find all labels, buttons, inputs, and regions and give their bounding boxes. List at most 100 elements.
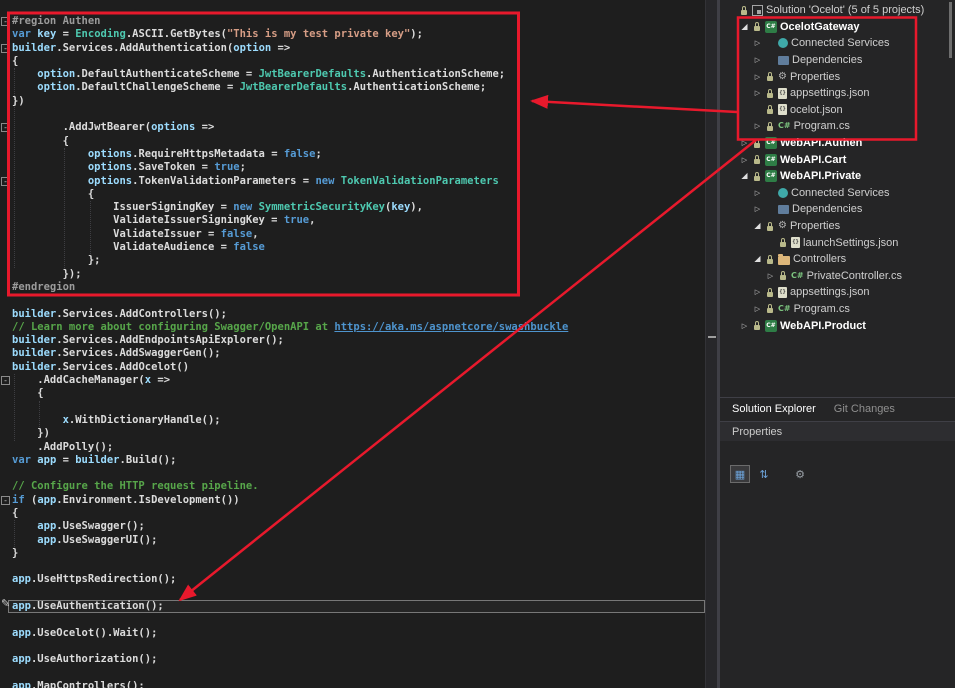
code-line[interactable]: {: [8, 135, 705, 148]
fold-collapse-icon[interactable]: -: [1, 376, 10, 385]
expander-closed-icon[interactable]: ▷: [752, 185, 763, 201]
code-line[interactable]: builder.Services.AddEndpointsApiExplorer…: [8, 334, 705, 347]
expander-closed-icon[interactable]: ▷: [752, 35, 763, 51]
tree-row[interactable]: ◢C#OcelotGateway: [720, 19, 948, 36]
code-line[interactable]: app.UseAuthentication();: [8, 600, 705, 613]
tree-row[interactable]: ▷Properties: [720, 68, 948, 85]
panel-scrollbar-thumb[interactable]: [949, 2, 952, 58]
expander-open-icon[interactable]: ◢: [739, 168, 750, 184]
code-line[interactable]: #endregion: [8, 281, 705, 294]
code-line[interactable]: });: [8, 268, 705, 281]
code-line[interactable]: .AddPolly();: [8, 441, 705, 454]
code-line[interactable]: - .AddJwtBearer(options =>: [8, 121, 705, 134]
fold-collapse-icon[interactable]: -: [1, 496, 10, 505]
code-line[interactable]: options.SaveToken = true;: [8, 161, 705, 174]
code-line[interactable]: builder.Services.AddControllers();: [8, 308, 705, 321]
code-line[interactable]: builder.Services.AddOcelot(): [8, 361, 705, 374]
code-line[interactable]: [8, 587, 705, 600]
code-line[interactable]: [8, 467, 705, 480]
code-line[interactable]: }): [8, 427, 705, 440]
tree-row[interactable]: ▷C#Program.cs: [720, 301, 948, 318]
code-line[interactable]: [8, 667, 705, 680]
expander-closed-icon[interactable]: ▷: [739, 135, 750, 151]
code-line[interactable]: [8, 108, 705, 121]
code-line[interactable]: }): [8, 95, 705, 108]
code-line[interactable]: app.UseAuthorization();: [8, 653, 705, 666]
property-pages-icon[interactable]: ⚙: [790, 465, 810, 483]
code-line[interactable]: {: [8, 55, 705, 68]
code-line[interactable]: ValidateAudience = false: [8, 241, 705, 254]
tree-row[interactable]: ▷C#WebAPI.Authen: [720, 135, 948, 152]
code-line[interactable]: app.UseSwaggerUI();: [8, 534, 705, 547]
code-line[interactable]: var app = builder.Build();: [8, 454, 705, 467]
tree-row[interactable]: {}launchSettings.json: [720, 234, 948, 251]
code-line[interactable]: [8, 401, 705, 414]
tab-solution-explorer[interactable]: Solution Explorer: [732, 403, 816, 415]
code-line[interactable]: app.UseHttpsRedirection();: [8, 573, 705, 586]
code-line[interactable]: app.MapControllers();: [8, 680, 705, 688]
tree-row[interactable]: ◢C#WebAPI.Private: [720, 168, 948, 185]
tree-row[interactable]: ▷Dependencies: [720, 201, 948, 218]
tab-git-changes[interactable]: Git Changes: [834, 403, 895, 415]
expander-closed-icon[interactable]: ▷: [752, 69, 763, 85]
code-line[interactable]: options.RequireHttpsMetadata = false;: [8, 148, 705, 161]
expander-closed-icon[interactable]: ▷: [752, 85, 763, 101]
tree-row[interactable]: ▷C#WebAPI.Product: [720, 317, 948, 334]
expander-closed-icon[interactable]: ▷: [765, 268, 776, 284]
code-line[interactable]: [8, 560, 705, 573]
fold-collapse-icon[interactable]: -: [1, 177, 10, 186]
code-line[interactable]: builder.Services.AddSwaggerGen();: [8, 347, 705, 360]
code-line[interactable]: [8, 294, 705, 307]
tree-row[interactable]: ◢Properties: [720, 218, 948, 235]
code-line[interactable]: - .AddCacheManager(x =>: [8, 374, 705, 387]
tree-row[interactable]: Solution 'Ocelot' (5 of 5 projects): [720, 2, 948, 19]
code-line[interactable]: IssuerSigningKey = new SymmetricSecurity…: [8, 201, 705, 214]
alphabetical-sort-icon[interactable]: ⇅: [754, 465, 774, 483]
tree-row[interactable]: ◢Controllers: [720, 251, 948, 268]
tree-row[interactable]: ▷Connected Services: [720, 35, 948, 52]
expander-open-icon[interactable]: ◢: [752, 251, 763, 267]
code-line[interactable]: app.UseOcelot().Wait();: [8, 627, 705, 640]
code-line[interactable]: -#region Authen: [8, 15, 705, 28]
tree-row[interactable]: ▷{}appsettings.json: [720, 85, 948, 102]
tree-row[interactable]: ▷C#WebAPI.Cart: [720, 151, 948, 168]
expander-closed-icon[interactable]: ▷: [752, 118, 763, 134]
expander-closed-icon[interactable]: ▷: [739, 318, 750, 334]
code-line[interactable]: option.DefaultAuthenticateScheme = JwtBe…: [8, 68, 705, 81]
fold-collapse-icon[interactable]: -: [1, 44, 10, 53]
expander-open-icon[interactable]: ◢: [739, 19, 750, 35]
fold-collapse-icon[interactable]: -: [1, 123, 10, 132]
categorized-icon[interactable]: ▦: [730, 465, 750, 483]
expander-closed-icon[interactable]: ▷: [752, 201, 763, 217]
code-line[interactable]: - options.TokenValidationParameters = ne…: [8, 175, 705, 188]
expander-closed-icon[interactable]: ▷: [752, 301, 763, 317]
code-line[interactable]: -builder.Services.AddAuthentication(opti…: [8, 42, 705, 55]
fold-collapse-icon[interactable]: -: [1, 17, 10, 26]
code-line[interactable]: {: [8, 507, 705, 520]
tree-row[interactable]: ▷Dependencies: [720, 52, 948, 69]
code-line[interactable]: // Learn more about configuring Swagger/…: [8, 321, 705, 334]
code-line[interactable]: -if (app.Environment.IsDevelopment()): [8, 494, 705, 507]
tree-row[interactable]: ▷{}appsettings.json: [720, 284, 948, 301]
tree-row[interactable]: {}ocelot.json: [720, 102, 948, 119]
code-line[interactable]: };: [8, 254, 705, 267]
code-line[interactable]: {: [8, 387, 705, 400]
code-line[interactable]: [8, 613, 705, 626]
comment-link[interactable]: https://aka.ms/aspnetcore/swashbuckle: [334, 321, 568, 333]
tree-row[interactable]: ▷Connected Services: [720, 185, 948, 202]
expander-closed-icon[interactable]: ▷: [752, 52, 763, 68]
code-line[interactable]: ValidateIssuer = false,: [8, 228, 705, 241]
code-editor[interactable]: -#region Authenvar key = Encoding.ASCII.…: [0, 0, 705, 688]
code-line[interactable]: ValidateIssuerSigningKey = true,: [8, 214, 705, 227]
tree-row[interactable]: ▷C#PrivateController.cs: [720, 268, 948, 285]
code-line[interactable]: {: [8, 188, 705, 201]
code-line[interactable]: x.WithDictionaryHandle();: [8, 414, 705, 427]
code-line[interactable]: app.UseSwagger();: [8, 520, 705, 533]
code-line[interactable]: [8, 640, 705, 653]
code-line[interactable]: }: [8, 547, 705, 560]
expander-closed-icon[interactable]: ▷: [739, 152, 750, 168]
expander-open-icon[interactable]: ◢: [752, 218, 763, 234]
expander-closed-icon[interactable]: ▷: [752, 284, 763, 300]
tree-row[interactable]: ▷C#Program.cs: [720, 118, 948, 135]
code-line[interactable]: var key = Encoding.ASCII.GetBytes("This …: [8, 28, 705, 41]
